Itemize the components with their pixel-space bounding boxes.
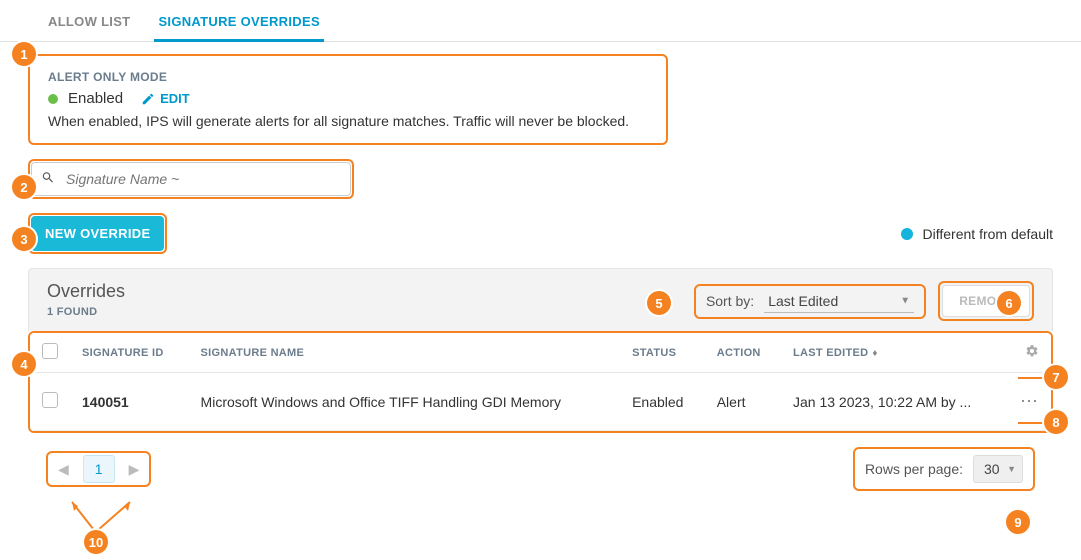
cell-last-edited: Jan 13 2023, 10:22 AM by ... [781, 373, 1008, 431]
search-wrap [28, 159, 354, 199]
search-input[interactable] [31, 162, 351, 196]
callout-5: 5 [647, 291, 671, 315]
alert-only-mode-card: ALERT ONLY MODE Enabled EDIT When enable… [28, 54, 668, 145]
edit-alert-mode-link[interactable]: EDIT [141, 91, 190, 106]
table-footer: ◀ 1 ▶ Rows per page: 30 ▼ [28, 433, 1053, 505]
col-last-edited[interactable]: LAST EDITED♦ [781, 333, 1008, 373]
rows-per-page-control: Rows per page: 30 ▼ [853, 447, 1035, 491]
alert-only-mode-header: ALERT ONLY MODE [48, 70, 648, 84]
callout-3: 3 [12, 227, 36, 251]
new-override-wrap: NEW OVERRIDE [28, 213, 167, 254]
sort-select[interactable]: Last Edited [764, 290, 914, 313]
cell-action: Alert [705, 373, 781, 431]
callout-6: 6 [997, 291, 1021, 315]
alert-only-mode-status: Enabled [68, 90, 123, 107]
col-action[interactable]: ACTION [705, 333, 781, 373]
gear-icon[interactable] [1025, 349, 1039, 361]
select-all-checkbox[interactable] [42, 343, 58, 359]
pencil-icon [141, 92, 155, 106]
callout-8: 8 [1044, 410, 1068, 434]
overrides-table: SIGNATURE ID SIGNATURE NAME STATUS ACTIO… [30, 333, 1051, 431]
alert-only-mode-description: When enabled, IPS will generate alerts f… [48, 113, 648, 129]
panel-found-count: 1 FOUND [47, 306, 125, 318]
col-signature-id[interactable]: SIGNATURE ID [70, 333, 189, 373]
row-actions-icon[interactable]: ⋯ [1020, 391, 1039, 411]
legend-different: Different from default [901, 226, 1053, 242]
page-number[interactable]: 1 [83, 455, 115, 483]
new-override-button[interactable]: NEW OVERRIDE [31, 216, 164, 251]
page-prev-icon[interactable]: ◀ [54, 457, 73, 482]
panel-title: Overrides [47, 281, 125, 302]
table-row: 140051 Microsoft Windows and Office TIFF… [30, 373, 1051, 431]
overrides-table-wrap: SIGNATURE ID SIGNATURE NAME STATUS ACTIO… [28, 331, 1053, 433]
sort-indicator-icon: ♦ [872, 348, 877, 359]
legend-label: Different from default [923, 226, 1053, 242]
rows-per-page-select[interactable]: 30 [973, 455, 1023, 483]
legend-dot-icon [901, 228, 913, 240]
search-icon [41, 171, 55, 188]
callout-7: 7 [1044, 365, 1068, 389]
cell-status: Enabled [620, 373, 705, 431]
tabs-bar: ALLOW LIST SIGNATURE OVERRIDES [0, 0, 1081, 42]
callout-9: 9 [1006, 510, 1030, 534]
callout-10: 10 [84, 530, 108, 554]
col-signature-name[interactable]: SIGNATURE NAME [189, 333, 621, 373]
pager: ◀ 1 ▶ [46, 451, 151, 487]
sort-label: Sort by: [706, 293, 754, 309]
callout-4: 4 [12, 352, 36, 376]
edit-label: EDIT [160, 91, 190, 106]
page-next-icon[interactable]: ▶ [125, 457, 144, 482]
tab-allow-list[interactable]: ALLOW LIST [44, 10, 134, 41]
col-status[interactable]: STATUS [620, 333, 705, 373]
callout-2: 2 [12, 175, 36, 199]
callout-1: 1 [12, 42, 36, 66]
row-checkbox[interactable] [42, 392, 58, 408]
sort-by-control: Sort by: Last Edited ▼ [694, 284, 926, 319]
cell-signature-name: Microsoft Windows and Office TIFF Handli… [189, 373, 621, 431]
tab-signature-overrides[interactable]: SIGNATURE OVERRIDES [154, 10, 323, 42]
rows-per-page-label: Rows per page: [865, 461, 963, 477]
cell-signature-id: 140051 [70, 373, 189, 431]
overrides-panel: Overrides 1 FOUND Sort by: Last Edited ▼… [28, 268, 1053, 505]
status-dot-enabled [48, 94, 58, 104]
